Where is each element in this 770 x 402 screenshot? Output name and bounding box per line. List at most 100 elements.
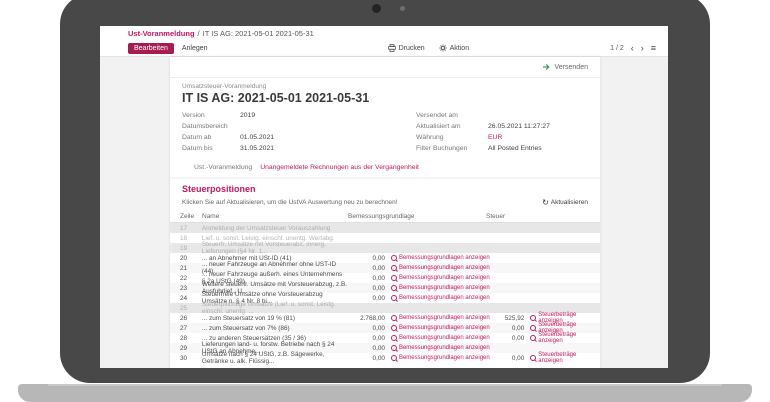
magnifier-icon: [391, 325, 397, 331]
row-name: Umsätze nach § 24 UStG, z.B. Sägewerke, …: [202, 351, 347, 365]
create-button[interactable]: Anlegen: [182, 45, 208, 52]
magnifier-icon: [391, 355, 397, 361]
base-link-label: Bemessungsgrundlagen anzeigen: [399, 255, 490, 261]
magnifier-icon: [391, 285, 397, 291]
field-label: Datum bis: [182, 145, 240, 152]
show-base-amounts-link[interactable]: Bemessungsgrundlagen anzeigen: [385, 295, 491, 301]
row-zeile: 27: [180, 325, 202, 332]
fields-right: Versendet am Aktualisiert am 26.05.2021 …: [416, 110, 588, 154]
unreported-invoices-link[interactable]: Unangemeldete Rechnungen aus der Vergang…: [260, 164, 419, 171]
row-base-amount: 0,00: [347, 295, 385, 302]
row-zeile: 24: [180, 295, 202, 302]
field-label: Datumsbereich: [182, 123, 240, 130]
refresh-label: Aktualisieren: [551, 199, 588, 206]
show-base-amounts-link[interactable]: Bemessungsgrundlagen anzeigen: [385, 285, 491, 291]
printer-icon: [388, 44, 396, 52]
row-tax-amount: 0,00: [490, 355, 524, 362]
show-base-amounts-link[interactable]: Bemessungsgrundlagen anzeigen: [385, 355, 491, 361]
row-tax-amount: 0,00: [490, 325, 524, 332]
magnifier-icon: [391, 335, 397, 341]
document-card: Versenden Umsatzsteuer-Voranmeldung IT I…: [170, 57, 600, 368]
magnifier-icon: [391, 295, 397, 301]
laptop-base: [18, 384, 752, 402]
tax-link-label: Steuerbeträge anzeigen: [538, 332, 590, 344]
column-tax: Steuer: [486, 213, 586, 220]
field-value: 26.05.2021 11:27:27: [488, 123, 588, 130]
chevron-left-icon[interactable]: ‹: [631, 43, 634, 53]
send-arrow-icon: [542, 63, 551, 71]
table-row: 30 Umsätze nach § 24 UStG, z.B. Sägewerk…: [170, 353, 600, 363]
row-base-amount: 0,00: [347, 285, 385, 292]
fields-left: Version 2019 Datumsbereich Datum ab 01.0…: [182, 110, 340, 154]
base-link-label: Bemessungsgrundlagen anzeigen: [399, 275, 490, 281]
row-zeile: 19: [180, 245, 202, 252]
refresh-icon: ↻: [542, 199, 549, 207]
show-base-amounts-link[interactable]: Bemessungsgrundlagen anzeigen: [385, 335, 491, 341]
table-row: 27 ... zum Steuersatz von 7% (86) 0,00 B…: [170, 323, 600, 333]
tax-link-label: Steuerbeträge anzeigen: [538, 352, 590, 364]
show-base-amounts-link[interactable]: Bemessungsgrundlagen anzeigen: [385, 265, 491, 271]
field-row: Datumsbereich: [182, 121, 340, 132]
row-name: ... zum Steuersatz von 19 % (81): [202, 315, 347, 322]
show-tax-amounts-link[interactable]: Steuerbeträge anzeigen: [524, 352, 590, 364]
row-tax-amount: 525,92: [490, 315, 524, 322]
magnifier-icon: [391, 345, 397, 351]
content-background: Versenden Umsatzsteuer-Voranmeldung IT I…: [100, 57, 668, 368]
field-row: Währung EUR: [416, 132, 588, 143]
edit-button[interactable]: Bearbeiten: [128, 43, 174, 54]
column-base: Bemessungsgrundlage: [348, 213, 486, 220]
refresh-hint: Klicken Sie auf Aktualisieren, um die Us…: [182, 199, 398, 206]
magnifier-icon: [391, 275, 397, 281]
show-base-amounts-link[interactable]: Bemessungsgrundlagen anzeigen: [385, 275, 491, 281]
show-base-amounts-link[interactable]: Bemessungsgrundlagen anzeigen: [385, 345, 491, 351]
show-base-amounts-link[interactable]: Bemessungsgrundlagen anzeigen: [385, 255, 491, 261]
gear-icon: [439, 44, 447, 52]
row-zeile: 21: [180, 265, 202, 272]
base-link-label: Bemessungsgrundlagen anzeigen: [399, 295, 490, 301]
refresh-button[interactable]: ↻ Aktualisieren: [542, 199, 588, 207]
table-header: Zeile Name Bemessungsgrundlage Steuer: [170, 211, 600, 223]
field-grid: Version 2019 Datumsbereich Datum ab 01.0…: [170, 105, 600, 154]
table-row: 26 ... zum Steuersatz von 19 % (81) 2.76…: [170, 313, 600, 323]
row-base-amount: 0,00: [347, 255, 385, 262]
page-title: IT IS AG: 2021-05-01 2021-05-31: [182, 91, 588, 105]
send-button[interactable]: Versenden: [555, 64, 588, 71]
row-name: Steuerpflichtige Umsätze (Lief. u. sonst…: [202, 301, 347, 315]
field-label: Währung: [416, 134, 488, 141]
row-base-amount: 0,00: [347, 275, 385, 282]
row-base-amount: 2.768,00: [347, 315, 385, 322]
table-row: 19 Steuerfr. Umsätze mit Vorsteuerabz. i…: [170, 243, 600, 253]
row-zeile: 28: [180, 335, 202, 342]
show-base-amounts-link[interactable]: Bemessungsgrundlagen anzeigen: [385, 325, 491, 331]
column-zeile: Zeile: [180, 213, 202, 220]
field-row: Versendet am: [416, 110, 588, 121]
menu-icon[interactable]: ≡: [651, 43, 656, 53]
ustva-row: Ust.-Voranmeldung Unangemeldete Rechnung…: [170, 154, 600, 172]
base-link-label: Bemessungsgrundlagen anzeigen: [399, 325, 490, 331]
chevron-right-icon[interactable]: ›: [641, 43, 644, 53]
magnifier-icon: [391, 255, 397, 261]
table-body: 17 Anmeldung der Umsatzsteuer Vorauszahl…: [170, 223, 600, 363]
show-base-amounts-link[interactable]: Bemessungsgrundlagen anzeigen: [385, 315, 491, 321]
breadcrumb: Ust-Voranmeldung / IT IS AG: 2021-05-01 …: [100, 26, 668, 40]
base-link-label: Bemessungsgrundlagen anzeigen: [399, 355, 490, 361]
row-zeile: 17: [180, 225, 202, 232]
field-value: EUR: [488, 134, 588, 141]
breadcrumb-current: IT IS AG: 2021-05-01 2021-05-31: [203, 29, 314, 38]
breadcrumb-section[interactable]: Ust-Voranmeldung: [128, 29, 195, 38]
base-link-label: Bemessungsgrundlagen anzeigen: [399, 315, 490, 321]
field-value: 2019: [240, 112, 340, 119]
print-label: Drucken: [399, 45, 425, 52]
app-window: Ust-Voranmeldung / IT IS AG: 2021-05-01 …: [100, 26, 668, 368]
field-label: Filter Buchungen: [416, 145, 488, 152]
document-type-label: Umsatzsteuer-Voranmeldung: [182, 83, 588, 90]
field-label: Version: [182, 112, 240, 119]
print-button[interactable]: Drucken: [388, 44, 425, 52]
magnifier-icon: [391, 265, 397, 271]
tax-positions-heading: Steuerpositionen: [170, 179, 600, 196]
action-button[interactable]: Aktion: [439, 44, 469, 52]
field-row: Filter Buchungen All Posted Entries: [416, 143, 588, 154]
show-tax-amounts-link[interactable]: Steuerbeträge anzeigen: [524, 332, 590, 344]
row-base-amount: 0,00: [347, 355, 385, 362]
row-base-amount: 0,00: [347, 345, 385, 352]
